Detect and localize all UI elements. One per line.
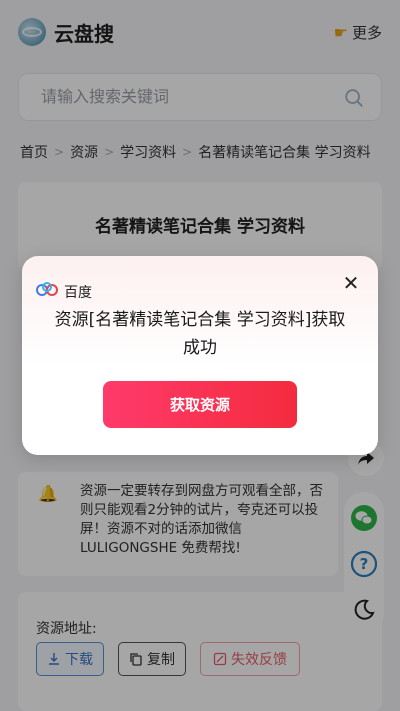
resource-success-dialog: 百度 ✕ 资源[名著精读笔记合集 学习资料]获取成功 获取资源 xyxy=(22,256,378,455)
baidu-logo xyxy=(36,282,58,296)
get-resource-button[interactable]: 获取资源 xyxy=(103,381,297,428)
source-label: 百度 xyxy=(64,285,92,301)
close-icon[interactable]: ✕ xyxy=(342,271,360,295)
dialog-message: 资源[名著精读笔记合集 学习资料]获取成功 xyxy=(54,310,346,358)
